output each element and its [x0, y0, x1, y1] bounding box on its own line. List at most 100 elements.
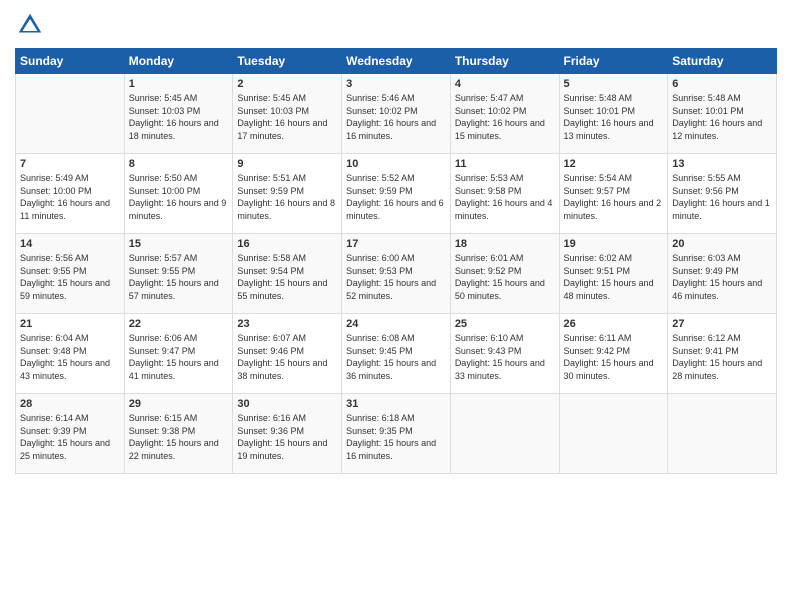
- day-info: Sunrise: 5:48 AM Sunset: 10:01 PM Daylig…: [564, 92, 664, 142]
- cell-w4-d5: 25Sunrise: 6:10 AM Sunset: 9:43 PM Dayli…: [450, 314, 559, 394]
- day-number: 28: [20, 398, 120, 410]
- col-sunday: Sunday: [16, 49, 125, 74]
- day-info: Sunrise: 6:00 AM Sunset: 9:53 PM Dayligh…: [346, 252, 446, 302]
- cell-w3-d5: 18 Sunrise: 6:01 AM Sunset: 9:52 PM Dayli…: [450, 234, 559, 314]
- day-info: Sunrise: 5:52 AM Sunset: 9:59 PM Dayligh…: [346, 172, 446, 222]
- day-info: Sunrise: 6:07 AM Sunset: 9:46 PM Dayligh…: [237, 332, 337, 382]
- day-number: 11: [455, 158, 555, 170]
- cell-w5-d5: [450, 394, 559, 474]
- day-info: Sunrise: 6:16 AM Sunset: 9:36 PM Dayligh…: [237, 412, 337, 462]
- day-info: Sunrise: 6:08 AM Sunset: 9:45 PM Dayligh…: [346, 332, 446, 382]
- day-info: Sunrise: 6:14 AM Sunset: 9:39 PM Dayligh…: [20, 412, 120, 462]
- day-number: 4: [455, 78, 555, 90]
- cell-w2-d3: 9 Sunrise: 5:51 AM Sunset: 9:59 PM Daylig…: [233, 154, 342, 234]
- cell-w3-d1: 14 Sunrise: 5:56 AM Sunset: 9:55 PM Dayli…: [16, 234, 125, 314]
- day-info: Sunrise: 5:48 AM Sunset: 10:01 PM Daylig…: [672, 92, 772, 142]
- day-number: 31: [346, 398, 446, 410]
- day-info: Sunrise: 5:50 AM Sunset: 10:00 PM Daylig…: [129, 172, 229, 222]
- cell-w4-d2: 22 Sunrise: 6:06 AM Sunset: 9:47 PM Dayli…: [124, 314, 233, 394]
- cell-w3-d3: 16 Sunrise: 5:58 AM Sunset: 9:54 PM Dayli…: [233, 234, 342, 314]
- header-row: Sunday Monday Tuesday Wednesday Thursday…: [16, 49, 777, 74]
- day-number: 5: [564, 78, 664, 90]
- calendar-table: Sunday Monday Tuesday Wednesday Thursday…: [15, 48, 777, 474]
- day-number: 22: [129, 318, 229, 330]
- cell-w5-d1: 28 Sunrise: 6:14 AM Sunset: 9:39 PM Dayli…: [16, 394, 125, 474]
- cell-w3-d6: 19Sunrise: 6:02 AM Sunset: 9:51 PM Dayli…: [559, 234, 668, 314]
- cell-w1-d7: 6 Sunrise: 5:48 AM Sunset: 10:01 PM Dayli…: [668, 74, 777, 154]
- day-info: Sunrise: 5:55 AM Sunset: 9:56 PM Dayligh…: [672, 172, 772, 222]
- day-number: 13: [672, 158, 772, 170]
- cell-w2-d1: 7Sunrise: 5:49 AM Sunset: 10:00 PM Dayli…: [16, 154, 125, 234]
- col-friday: Friday: [559, 49, 668, 74]
- day-number: 23: [237, 318, 337, 330]
- day-info: Sunrise: 5:49 AM Sunset: 10:00 PM Daylig…: [20, 172, 120, 222]
- day-number: 20: [672, 238, 772, 250]
- logo: [15, 10, 49, 40]
- day-info: Sunrise: 5:47 AM Sunset: 10:02 PM Daylig…: [455, 92, 555, 142]
- day-info: Sunrise: 5:56 AM Sunset: 9:55 PM Dayligh…: [20, 252, 120, 302]
- cell-w5-d6: [559, 394, 668, 474]
- week-row-2: 7Sunrise: 5:49 AM Sunset: 10:00 PM Dayli…: [16, 154, 777, 234]
- cell-w2-d5: 11Sunrise: 5:53 AM Sunset: 9:58 PM Dayli…: [450, 154, 559, 234]
- cell-w1-d2: 1Sunrise: 5:45 AM Sunset: 10:03 PM Dayli…: [124, 74, 233, 154]
- day-info: Sunrise: 5:58 AM Sunset: 9:54 PM Dayligh…: [237, 252, 337, 302]
- day-info: Sunrise: 6:04 AM Sunset: 9:48 PM Dayligh…: [20, 332, 120, 382]
- day-number: 21: [20, 318, 120, 330]
- cell-w5-d2: 29Sunrise: 6:15 AM Sunset: 9:38 PM Dayli…: [124, 394, 233, 474]
- cell-w3-d2: 15 Sunrise: 5:57 AM Sunset: 9:55 PM Dayli…: [124, 234, 233, 314]
- cell-w2-d2: 8Sunrise: 5:50 AM Sunset: 10:00 PM Dayli…: [124, 154, 233, 234]
- day-number: 14: [20, 238, 120, 250]
- day-info: Sunrise: 6:11 AM Sunset: 9:42 PM Dayligh…: [564, 332, 664, 382]
- day-info: Sunrise: 6:02 AM Sunset: 9:51 PM Dayligh…: [564, 252, 664, 302]
- day-info: Sunrise: 5:57 AM Sunset: 9:55 PM Dayligh…: [129, 252, 229, 302]
- calendar-header: Sunday Monday Tuesday Wednesday Thursday…: [16, 49, 777, 74]
- day-number: 9: [237, 158, 337, 170]
- cell-w4-d7: 27Sunrise: 6:12 AM Sunset: 9:41 PM Dayli…: [668, 314, 777, 394]
- day-number: 15: [129, 238, 229, 250]
- day-info: Sunrise: 5:45 AM Sunset: 10:03 PM Daylig…: [237, 92, 337, 142]
- cell-w1-d4: 3Sunrise: 5:46 AM Sunset: 10:02 PM Dayli…: [342, 74, 451, 154]
- col-wednesday: Wednesday: [342, 49, 451, 74]
- cell-w5-d3: 30 Sunrise: 6:16 AM Sunset: 9:36 PM Dayli…: [233, 394, 342, 474]
- day-info: Sunrise: 6:06 AM Sunset: 9:47 PM Dayligh…: [129, 332, 229, 382]
- day-info: Sunrise: 6:03 AM Sunset: 9:49 PM Dayligh…: [672, 252, 772, 302]
- cell-w4-d1: 21 Sunrise: 6:04 AM Sunset: 9:48 PM Dayli…: [16, 314, 125, 394]
- cell-w3-d7: 20 Sunrise: 6:03 AM Sunset: 9:49 PM Dayli…: [668, 234, 777, 314]
- day-info: Sunrise: 6:15 AM Sunset: 9:38 PM Dayligh…: [129, 412, 229, 462]
- cell-w2-d6: 12Sunrise: 5:54 AM Sunset: 9:57 PM Dayli…: [559, 154, 668, 234]
- cell-w4-d4: 24 Sunrise: 6:08 AM Sunset: 9:45 PM Dayli…: [342, 314, 451, 394]
- col-monday: Monday: [124, 49, 233, 74]
- calendar-body: 1Sunrise: 5:45 AM Sunset: 10:03 PM Dayli…: [16, 74, 777, 474]
- day-number: 16: [237, 238, 337, 250]
- day-number: 2: [237, 78, 337, 90]
- day-number: 27: [672, 318, 772, 330]
- cell-w1-d6: 5 Sunrise: 5:48 AM Sunset: 10:01 PM Dayli…: [559, 74, 668, 154]
- day-number: 26: [564, 318, 664, 330]
- cell-w4-d6: 26 Sunrise: 6:11 AM Sunset: 9:42 PM Dayli…: [559, 314, 668, 394]
- cell-w5-d4: 31Sunrise: 6:18 AM Sunset: 9:35 PM Dayli…: [342, 394, 451, 474]
- day-info: Sunrise: 6:01 AM Sunset: 9:52 PM Dayligh…: [455, 252, 555, 302]
- day-number: 25: [455, 318, 555, 330]
- day-number: 3: [346, 78, 446, 90]
- day-number: 24: [346, 318, 446, 330]
- cell-w2-d4: 10Sunrise: 5:52 AM Sunset: 9:59 PM Dayli…: [342, 154, 451, 234]
- week-row-5: 28 Sunrise: 6:14 AM Sunset: 9:39 PM Dayli…: [16, 394, 777, 474]
- header: [15, 10, 777, 40]
- cell-w1-d5: 4 Sunrise: 5:47 AM Sunset: 10:02 PM Dayli…: [450, 74, 559, 154]
- cell-w1-d1: [16, 74, 125, 154]
- cell-w2-d7: 13 Sunrise: 5:55 AM Sunset: 9:56 PM Dayli…: [668, 154, 777, 234]
- col-tuesday: Tuesday: [233, 49, 342, 74]
- day-number: 6: [672, 78, 772, 90]
- day-info: Sunrise: 5:45 AM Sunset: 10:03 PM Daylig…: [129, 92, 229, 142]
- day-number: 12: [564, 158, 664, 170]
- col-thursday: Thursday: [450, 49, 559, 74]
- cell-w4-d3: 23 Sunrise: 6:07 AM Sunset: 9:46 PM Dayli…: [233, 314, 342, 394]
- cell-w5-d7: [668, 394, 777, 474]
- main-container: Sunday Monday Tuesday Wednesday Thursday…: [0, 0, 792, 484]
- day-number: 18: [455, 238, 555, 250]
- cell-w1-d3: 2 Sunrise: 5:45 AM Sunset: 10:03 PM Dayli…: [233, 74, 342, 154]
- day-info: Sunrise: 5:51 AM Sunset: 9:59 PM Dayligh…: [237, 172, 337, 222]
- week-row-3: 14 Sunrise: 5:56 AM Sunset: 9:55 PM Dayli…: [16, 234, 777, 314]
- col-saturday: Saturday: [668, 49, 777, 74]
- day-number: 30: [237, 398, 337, 410]
